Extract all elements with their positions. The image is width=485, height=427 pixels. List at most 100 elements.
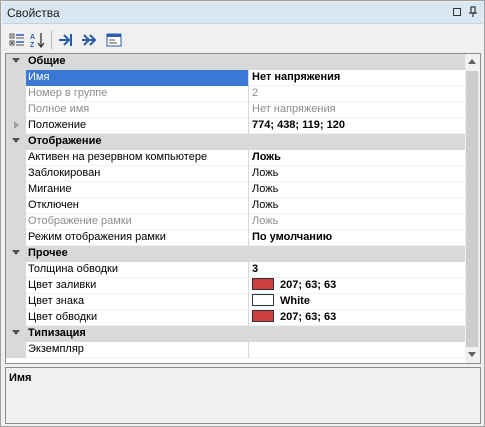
category-label: Общие <box>28 55 66 67</box>
scroll-down-icon[interactable] <box>468 352 476 357</box>
property-name[interactable]: Номер в группе <box>26 86 249 102</box>
row-gutter <box>6 150 26 166</box>
property-row[interactable]: Цвет знака White <box>6 294 465 310</box>
property-value[interactable]: 207; 63; 63 <box>250 310 465 326</box>
property-row[interactable]: Номер в группе 2 <box>6 86 465 102</box>
property-name[interactable]: Режим отображения рамки <box>26 230 249 246</box>
property-grid: Общие Имя Нет напряжения Номер в группе 2 Пол… <box>5 53 481 364</box>
alphabetical-icon[interactable]: A Z <box>28 30 48 50</box>
property-name[interactable]: Экземпляр <box>26 342 249 358</box>
property-value-text: White <box>280 295 310 307</box>
category-label: Отображение <box>28 135 102 147</box>
property-value[interactable]: Ложь <box>250 182 465 198</box>
property-value[interactable]: 3 <box>250 262 465 278</box>
row-gutter <box>6 198 26 214</box>
property-value-text: 207; 63; 63 <box>280 279 337 291</box>
expand-icon[interactable] <box>79 30 99 50</box>
property-row[interactable]: Режим отображения рамки По умолчанию <box>6 230 465 246</box>
property-value[interactable]: White <box>250 294 465 310</box>
description-title: Имя <box>9 372 32 384</box>
vertical-scrollbar[interactable] <box>465 54 480 363</box>
categorized-icon[interactable] <box>7 30 27 50</box>
property-row[interactable]: Имя Нет напряжения <box>6 70 465 86</box>
window-title: Свойства <box>7 6 60 20</box>
color-swatch <box>252 278 274 291</box>
toolbar: A Z <box>2 25 483 53</box>
property-name[interactable]: Имя <box>26 70 249 86</box>
jump-to-icon[interactable] <box>56 30 76 50</box>
property-value[interactable]: Ложь <box>250 150 465 166</box>
property-row[interactable]: Полное имя Нет напряжения <box>6 102 465 118</box>
property-name[interactable]: Отображение рамки <box>26 214 249 230</box>
row-gutter <box>6 166 26 182</box>
row-gutter <box>6 262 26 278</box>
restore-icon[interactable] <box>450 5 464 19</box>
property-name[interactable]: Цвет знака <box>26 294 249 310</box>
collapse-caret-icon[interactable] <box>12 58 20 63</box>
property-name[interactable]: Цвет заливки <box>26 278 249 294</box>
svg-text:A: A <box>30 34 35 41</box>
property-value[interactable]: 774; 438; 119; 120 <box>250 118 465 134</box>
property-name[interactable]: Активен на резервном компьютере <box>26 150 249 166</box>
property-value[interactable]: 2 <box>250 86 465 102</box>
collapse-caret-icon[interactable] <box>12 330 20 335</box>
property-value[interactable]: Ложь <box>250 198 465 214</box>
row-gutter <box>6 294 26 310</box>
row-gutter <box>6 70 26 86</box>
category-header[interactable]: Отображение <box>6 134 465 150</box>
property-name[interactable]: Заблокирован <box>26 166 249 182</box>
properties-window: Свойства A Z Общие Имя Нет напряжения Но… <box>0 0 485 427</box>
property-value[interactable]: По умолчанию <box>250 230 465 246</box>
row-gutter <box>6 342 26 358</box>
property-row[interactable]: Отключен Ложь <box>6 198 465 214</box>
property-value[interactable]: 207; 63; 63 <box>250 278 465 294</box>
property-name[interactable]: Толщина обводки <box>26 262 249 278</box>
color-swatch <box>252 310 274 323</box>
property-row[interactable]: Экземпляр <box>6 342 465 358</box>
category-label: Типизация <box>28 327 86 339</box>
row-gutter <box>6 278 26 294</box>
property-row[interactable]: Заблокирован Ложь <box>6 166 465 182</box>
description-panel: Имя <box>5 367 481 424</box>
property-value[interactable]: Нет напряжения <box>250 70 465 86</box>
row-gutter <box>6 214 26 230</box>
row-gutter <box>6 310 26 326</box>
color-swatch <box>252 294 274 307</box>
property-pages-icon[interactable] <box>104 30 124 50</box>
property-list: Общие Имя Нет напряжения Номер в группе 2 Пол… <box>6 54 465 358</box>
property-value[interactable] <box>250 342 465 358</box>
property-value[interactable]: Ложь <box>250 214 465 230</box>
property-row[interactable]: Положение 774; 438; 119; 120 <box>6 118 465 134</box>
row-gutter <box>6 230 26 246</box>
row-gutter <box>6 102 26 118</box>
property-value-text: 207; 63; 63 <box>280 311 337 323</box>
collapse-caret-icon[interactable] <box>12 138 20 143</box>
property-row[interactable]: Цвет заливки 207; 63; 63 <box>6 278 465 294</box>
category-header[interactable]: Типизация <box>6 326 465 342</box>
toolbar-separator <box>51 31 52 49</box>
category-header[interactable]: Общие <box>6 54 465 70</box>
property-name[interactable]: Цвет обводки <box>26 310 249 326</box>
property-value[interactable]: Ложь <box>250 166 465 182</box>
svg-text:Z: Z <box>30 42 35 48</box>
property-row[interactable]: Мигание Ложь <box>6 182 465 198</box>
property-name[interactable]: Положение <box>26 118 249 134</box>
row-gutter <box>6 86 26 102</box>
scroll-up-icon[interactable] <box>468 59 476 64</box>
property-value[interactable]: Нет напряжения <box>250 102 465 118</box>
property-name[interactable]: Полное имя <box>26 102 249 118</box>
pin-icon[interactable] <box>466 5 480 19</box>
scroll-thumb[interactable] <box>466 71 478 347</box>
property-name[interactable]: Мигание <box>26 182 249 198</box>
property-row[interactable]: Цвет обводки 207; 63; 63 <box>6 310 465 326</box>
property-name[interactable]: Отключен <box>26 198 249 214</box>
property-row[interactable]: Активен на резервном компьютере Ложь <box>6 150 465 166</box>
category-label: Прочее <box>28 247 68 259</box>
property-row[interactable]: Толщина обводки 3 <box>6 262 465 278</box>
property-row[interactable]: Отображение рамки Ложь <box>6 214 465 230</box>
category-header[interactable]: Прочее <box>6 246 465 262</box>
collapse-caret-icon[interactable] <box>12 250 20 255</box>
row-gutter <box>6 182 26 198</box>
expand-caret-icon[interactable] <box>14 121 19 129</box>
row-gutter <box>6 118 26 134</box>
